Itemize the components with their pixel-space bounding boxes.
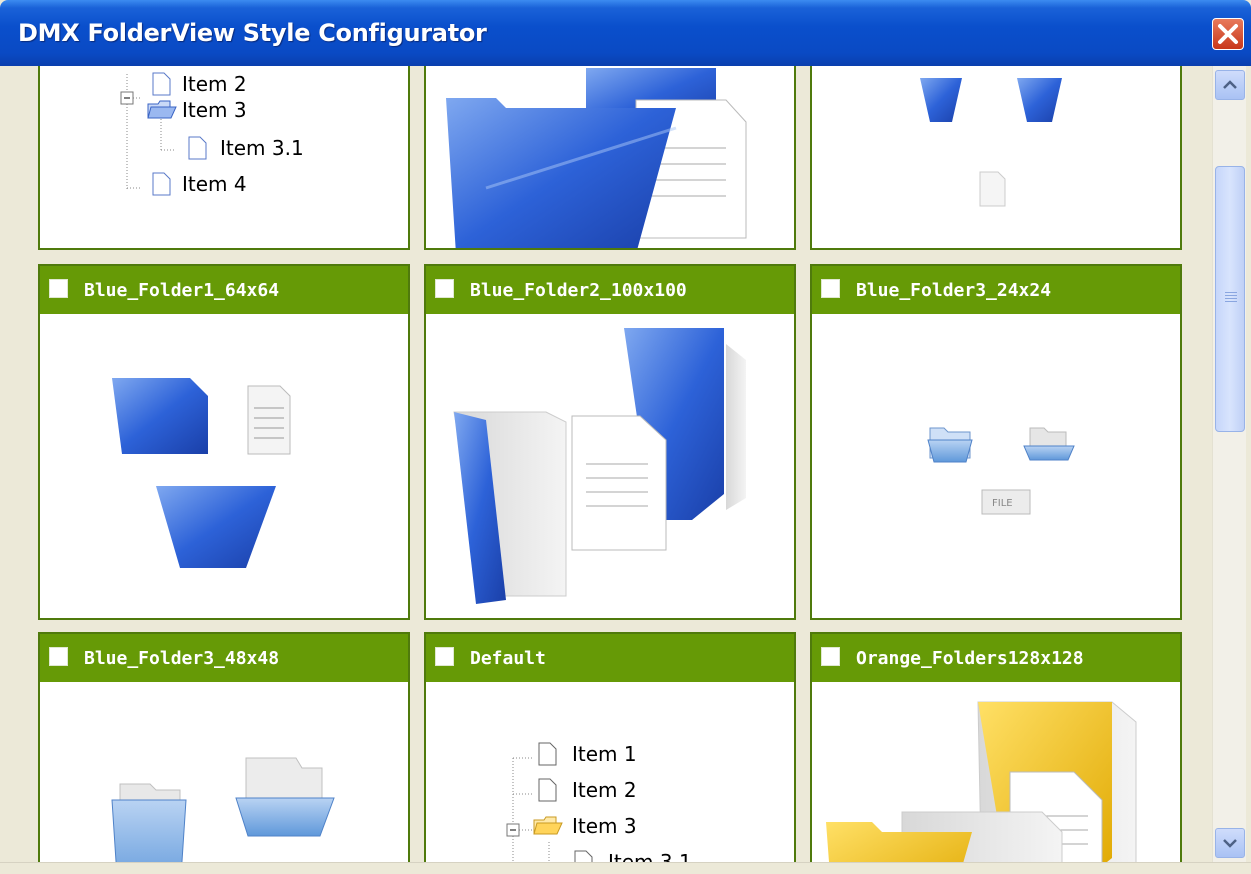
card-header: Blue_Folder1_64x64 (40, 266, 408, 314)
folder-preview (826, 701, 1137, 862)
thumb-grip (1225, 298, 1237, 299)
style-name: Blue_Folder2_100x100 (470, 280, 687, 301)
document-icon (979, 171, 1006, 207)
scroll-down-button[interactable] (1215, 828, 1245, 858)
card-header: Orange_Folders128x128 (812, 634, 1180, 682)
style-card-partial-blue-large[interactable] (424, 66, 796, 250)
window-bottom-border (0, 862, 1251, 874)
document-icon (188, 136, 207, 160)
close-button[interactable] (1212, 18, 1244, 50)
style-name: Default (470, 648, 546, 669)
folder-icon (235, 797, 335, 837)
style-gallery[interactable]: Item 2 Item 3 Item 3.1 Item 4 Blue_Folde… (6, 66, 1194, 862)
folder-preview (927, 427, 1075, 515)
style-name: Blue_Folder3_24x24 (856, 280, 1052, 301)
folder-icon (1017, 78, 1062, 122)
document-icon (574, 850, 593, 862)
thumb-grip (1225, 295, 1237, 296)
style-name: Blue_Folder1_64x64 (84, 280, 280, 301)
thumb-grip (1225, 301, 1237, 302)
folder-icon (446, 98, 676, 248)
style-card[interactable]: Blue_Folder3_24x24 FILE (810, 264, 1182, 620)
scroll-up-arrow-icon (1223, 80, 1237, 89)
document-icon (571, 415, 667, 551)
window-title: DMX FolderView Style Configurator (18, 19, 487, 47)
tree-item-label: Item 2 (572, 778, 637, 802)
style-card[interactable]: Orange_Folders128x128 (810, 632, 1182, 862)
style-card[interactable]: Blue_Folder1_64x64 (38, 264, 410, 620)
document-icon (152, 172, 171, 196)
scroll-down-arrow-icon (1223, 839, 1237, 848)
style-checkbox[interactable] (821, 647, 840, 666)
document-icon (538, 742, 557, 766)
card-header: Blue_Folder2_100x100 (426, 266, 794, 314)
vertical-scrollbar[interactable] (1212, 66, 1246, 862)
style-checkbox[interactable] (49, 647, 68, 666)
card-header: Blue_Folder3_48x48 (40, 634, 408, 682)
style-card[interactable]: Default Item 1 Item 2 Item 3 Item 3.1 (424, 632, 796, 862)
folder-icon (920, 78, 962, 122)
thumb-grip (1225, 292, 1237, 293)
document-icon (538, 778, 557, 802)
tree-item-label: Item 1 (572, 742, 637, 766)
card-header: Blue_Folder3_24x24 (812, 266, 1180, 314)
tree-item-label: Item 3.1 (220, 136, 304, 160)
style-card-partial-tree[interactable]: Item 2 Item 3 Item 3.1 Item 4 (38, 66, 410, 250)
tree-item-label: Item 3 (572, 814, 637, 838)
style-checkbox[interactable] (435, 647, 454, 666)
card-header: Default (426, 634, 794, 682)
style-name: Blue_Folder3_48x48 (84, 648, 280, 669)
scroll-up-button[interactable] (1215, 70, 1245, 100)
folder-preview (446, 68, 747, 248)
style-checkbox[interactable] (49, 279, 68, 298)
folder-icon (111, 799, 187, 862)
style-checkbox[interactable] (435, 279, 454, 298)
document-icon (152, 72, 171, 96)
style-card[interactable]: Blue_Folder2_100x100 (424, 264, 796, 620)
tree-item-label: Item 2 (182, 72, 247, 96)
tree-item-label: Item 3.1 (608, 850, 692, 862)
file-label: FILE (992, 498, 1013, 509)
tree-item-label: Item 3 (182, 98, 247, 122)
folder-preview (112, 378, 291, 568)
folder-icon (147, 100, 177, 119)
folder-icon (156, 486, 276, 568)
folder-icon (533, 816, 563, 835)
scroll-thumb[interactable] (1215, 166, 1245, 432)
document-icon (247, 385, 291, 455)
title-bar: DMX FolderView Style Configurator (0, 0, 1251, 66)
close-icon (1218, 24, 1238, 44)
folder-icon (112, 378, 208, 454)
style-card-partial-blue-small[interactable] (810, 66, 1182, 250)
style-checkbox[interactable] (821, 279, 840, 298)
folder-preview (453, 328, 746, 604)
folder-icon (1029, 427, 1067, 447)
folder-preview (111, 757, 335, 862)
style-card[interactable]: Blue_Folder3_48x48 (38, 632, 410, 862)
folder-preview (920, 78, 1062, 207)
tree-item-label: Item 4 (182, 172, 247, 196)
style-name: Orange_Folders128x128 (856, 648, 1084, 669)
